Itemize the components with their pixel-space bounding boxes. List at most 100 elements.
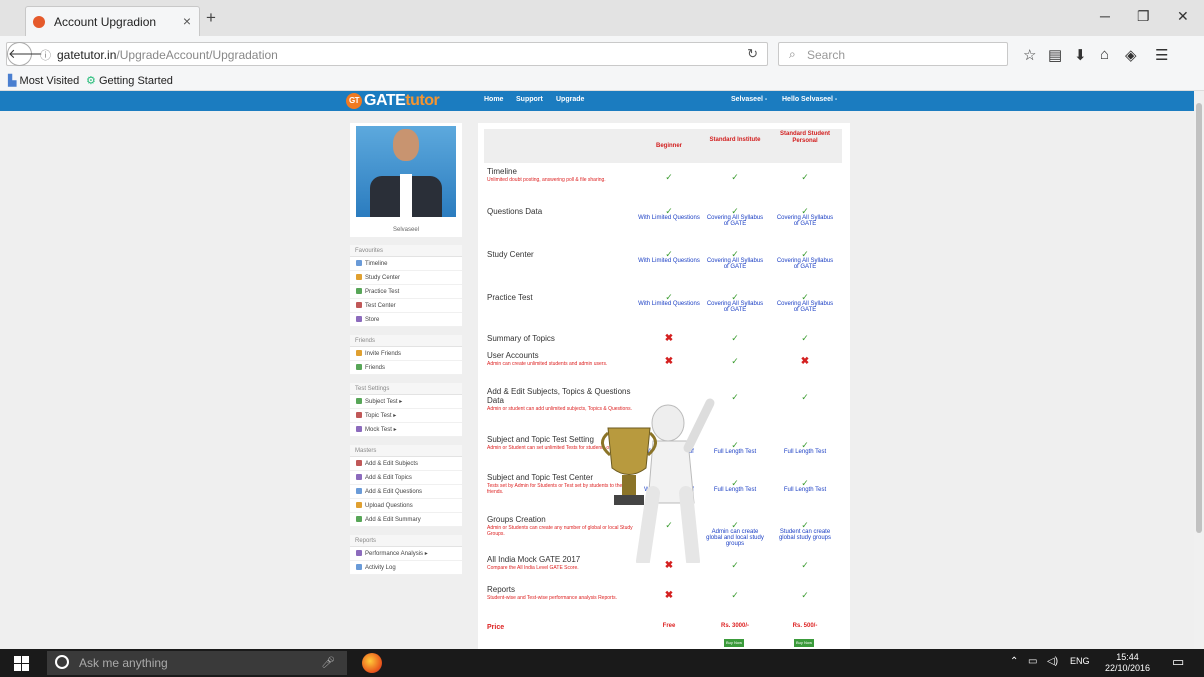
feature-description: Admin can create unlimited students and … xyxy=(487,361,608,367)
page-viewport: GT GATEtutor Home Support Upgrade Selvase… xyxy=(0,91,1194,649)
microphone-icon[interactable]: 🎤︎ xyxy=(321,656,335,669)
check-icon: ✓ xyxy=(731,206,739,216)
plan-cell: ✓ xyxy=(774,393,836,402)
language-indicator[interactable]: ENG xyxy=(1070,656,1090,666)
sidebar-item[interactable]: Performance Analysis ▸ xyxy=(350,547,462,561)
minimize-icon[interactable]: ─ xyxy=(1100,8,1110,24)
price-student: Rs. 500/- xyxy=(792,623,818,629)
feature-name: Timeline xyxy=(487,167,517,176)
notifications-icon[interactable]: ▭ xyxy=(1172,654,1184,670)
sidebar-item[interactable]: Invite Friends xyxy=(350,347,462,361)
feature-description: Compare the All India Level GATE Score. xyxy=(487,565,579,571)
back-arrow-icon[interactable]: 🡐 xyxy=(7,42,43,66)
sidebar-group-title: Favourites xyxy=(350,245,462,257)
windows-start-icon[interactable] xyxy=(14,656,29,671)
check-icon: ✓ xyxy=(731,356,739,366)
feature-label: Reports Student-wise and Test-wise perfor… xyxy=(487,585,637,601)
url-text[interactable]: gatetutor.in/UpgradeAccount/Upgradation xyxy=(57,48,278,62)
search-box[interactable]: ⌕ Search xyxy=(778,42,1008,66)
check-icon: ✓ xyxy=(731,249,739,259)
sidebar-item[interactable]: Timeline xyxy=(350,257,462,271)
nav-home[interactable]: Home xyxy=(484,96,503,103)
sidebar-item[interactable]: Activity Log xyxy=(350,561,462,575)
sidebar-item[interactable]: Friends xyxy=(350,361,462,375)
info-icon[interactable]: ⓘ xyxy=(40,47,51,63)
tab-close-icon[interactable]: × xyxy=(183,13,191,29)
page-scrollbar[interactable] xyxy=(1194,91,1204,649)
sidebar-item-label: Timeline xyxy=(365,261,388,267)
user-menu[interactable]: Selvaseel - xyxy=(731,96,767,103)
profile-name: Selvaseel xyxy=(350,223,462,237)
plan-cell-note: Covering All Syllabus of GATE xyxy=(706,215,764,227)
maximize-icon[interactable]: ❐ xyxy=(1137,8,1150,25)
sidebar-item[interactable]: Add & Edit Questions xyxy=(350,485,462,499)
firefox-taskbar-icon[interactable] xyxy=(362,653,382,673)
network-icon[interactable]: ▭ xyxy=(1028,656,1037,667)
price-beginner: Free xyxy=(662,623,676,629)
address-bar[interactable]: 🡐 ⓘ gatetutor.in/UpgradeAccount/Upgradat… xyxy=(6,42,768,66)
hello-menu[interactable]: Hello Selvaseel - xyxy=(782,96,837,103)
browser-tab[interactable]: Account Upgradion × xyxy=(25,6,200,36)
sidebar-group-title: Reports xyxy=(350,535,462,547)
cortana-search-box[interactable]: Ask me anything 🎤︎ xyxy=(47,651,347,675)
nav-upgrade[interactable]: Upgrade xyxy=(556,96,584,103)
system-clock[interactable]: 15:44 22/10/2016 xyxy=(1105,652,1150,674)
plan-cell: ✓ xyxy=(774,172,836,182)
check-icon: ✓ xyxy=(665,172,673,182)
volume-icon[interactable]: ◁) xyxy=(1047,656,1058,667)
sidebar-item[interactable]: Add & Edit Summary xyxy=(350,513,462,527)
cortana-icon xyxy=(55,655,69,669)
sidebar-item[interactable]: Add & Edit Subjects xyxy=(350,457,462,471)
plan-cell: ✓ Full Length Test xyxy=(774,479,836,494)
check-icon: ✓ xyxy=(801,172,809,182)
new-tab-button[interactable]: + xyxy=(206,8,216,28)
sidebar-item-icon xyxy=(356,316,362,322)
close-window-icon[interactable]: ✕ xyxy=(1177,8,1189,25)
pocket-icon[interactable]: ◈ xyxy=(1125,46,1137,64)
feature-name: Groups Creation xyxy=(487,515,546,524)
bookmark-getting-started[interactable]: ⚙ Getting Started xyxy=(86,74,173,87)
menu-icon[interactable]: ☰ xyxy=(1155,46,1168,64)
plan-cell: ✖ xyxy=(774,357,836,367)
sidebar-item-icon xyxy=(356,288,362,294)
profile-card[interactable] xyxy=(350,123,462,223)
plan-cell: ✓ xyxy=(638,172,700,182)
sidebar-item[interactable]: Topic Test ▸ xyxy=(350,409,462,423)
sidebar-item[interactable]: Mock Test ▸ xyxy=(350,423,462,437)
nav-support[interactable]: Support xyxy=(516,96,543,103)
tray-chevron-icon[interactable]: ⌃ xyxy=(1010,656,1018,667)
bookmark-star-icon[interactable]: ☆ xyxy=(1023,46,1036,64)
feature-label: Timeline Unlimited doubt posting, answeri… xyxy=(487,167,637,183)
sidebar-group: Reports Performance Analysis ▸ Activity Lo… xyxy=(350,535,462,575)
sidebar-item-icon xyxy=(356,398,362,404)
sidebar-item-icon xyxy=(356,274,362,280)
sidebar-item[interactable]: Subject Test ▸ xyxy=(350,395,462,409)
plan-cell-note: With Limited Questions xyxy=(638,215,700,221)
buy-now-student-button[interactable]: Buy Now xyxy=(794,639,814,647)
sidebar-item-icon xyxy=(356,412,362,418)
sidebar-item-icon xyxy=(356,488,362,494)
sidebar-item[interactable]: Store xyxy=(350,313,462,327)
sidebar-item[interactable]: Study Center xyxy=(350,271,462,285)
reading-list-icon[interactable]: ▤ xyxy=(1048,46,1062,64)
reload-icon[interactable]: ↻ xyxy=(747,46,758,62)
plan-cell: ✓ With Limited Questions xyxy=(638,207,700,222)
plan-cell: ✓ xyxy=(774,591,836,600)
plan-cell: ✓ With Limited Questions xyxy=(638,293,700,308)
sidebar-item-label: Store xyxy=(365,317,380,323)
site-header: GT GATEtutor Home Support Upgrade Selvase… xyxy=(0,91,1194,111)
home-icon[interactable]: ⌂ xyxy=(1100,46,1109,63)
gatetutor-logo[interactable]: GT GATEtutor xyxy=(346,92,440,110)
sidebar-item-label: Add & Edit Questions xyxy=(365,489,423,495)
sidebar-item-icon xyxy=(356,516,362,522)
plan-cell-note: Full Length Test xyxy=(713,449,757,455)
sidebar-item[interactable]: Test Center xyxy=(350,299,462,313)
bookmark-most-visited[interactable]: ▙ Most Visited xyxy=(8,74,79,87)
sidebar-item[interactable]: Add & Edit Topics xyxy=(350,471,462,485)
check-icon: ✓ xyxy=(731,333,739,343)
sidebar-item[interactable]: Upload Questions xyxy=(350,499,462,513)
sidebar-item[interactable]: Practice Test xyxy=(350,285,462,299)
download-icon[interactable]: ⬇ xyxy=(1074,46,1087,64)
sidebar-item-label: Practice Test xyxy=(365,289,400,295)
buy-now-institute-button[interactable]: Buy Now xyxy=(724,639,744,647)
